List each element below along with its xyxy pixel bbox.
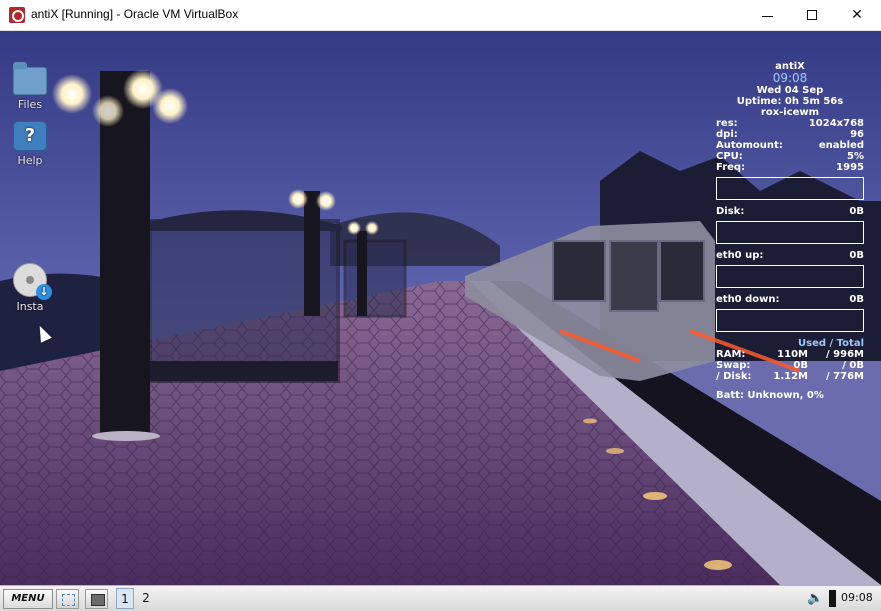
mem-label: RAM: (716, 349, 746, 360)
eth-up-row: eth0 up: 0B (716, 250, 864, 261)
workspace-2-button[interactable]: 2 (137, 588, 155, 609)
window-title: antiX [Running] - Oracle VM VirtualBox (31, 7, 239, 21)
stat-label: CPU: (716, 151, 743, 162)
conky-monitor: antiX 09:08 Wed 04 Sep Uptime: 0h 5m 56s… (716, 61, 864, 401)
mem-used: 110M (777, 349, 808, 360)
eth-down-value: 0B (849, 294, 864, 305)
disk-label: Disk: (716, 206, 745, 217)
desktop[interactable]: Files ? Help ↓ Insta antiX 09:08 Wed 04 … (0, 31, 881, 585)
stat-value: 5% (847, 151, 864, 162)
folder-icon (13, 62, 47, 95)
conky-stat-row: Automount: enabled (716, 140, 864, 151)
close-button[interactable]: ✕ (834, 0, 880, 30)
workspace-1-button[interactable]: 1 (116, 588, 134, 609)
stat-label: Automount: (716, 140, 783, 151)
memory-row: RAM: 110M / 996M (716, 349, 864, 360)
stat-value: 1024x768 (808, 118, 864, 129)
conky-stat-row: Freq: 1995 (716, 162, 864, 173)
battery-icon[interactable] (829, 590, 836, 607)
stat-value: enabled (818, 140, 864, 151)
conky-date: Wed 04 Sep (756, 85, 824, 96)
disk-graph (716, 221, 864, 244)
desktop-icon-help[interactable]: ? Help (8, 121, 52, 167)
download-arrow-icon: ↓ (36, 284, 52, 300)
desktop-icon-label: Help (17, 154, 43, 167)
mem-total: / 0B (842, 360, 864, 371)
minimize-icon (761, 15, 773, 17)
volume-icon[interactable]: 🔈 (807, 591, 823, 606)
stat-label: Freq: (716, 162, 746, 173)
desktop-icon-installer[interactable]: ↓ Insta (8, 263, 52, 313)
stat-label: dpi: (716, 129, 738, 140)
maximize-icon (807, 10, 817, 20)
memory-row: Swap: 0B / 0B (716, 360, 864, 371)
desktop-icon-label: Files (17, 98, 43, 111)
close-icon: ✕ (851, 7, 863, 23)
taskbar-clock[interactable]: 09:08 (841, 591, 873, 604)
mem-used: 1.12M (773, 371, 808, 382)
eth-up-value: 0B (849, 250, 864, 261)
window-titlebar: antiX [Running] - Oracle VM VirtualBox ✕ (0, 0, 881, 31)
memory-header: Used / Total (798, 338, 864, 349)
cpu-graph (716, 177, 864, 200)
conky-clock: 09:08 (772, 71, 808, 85)
stat-value: 1995 (836, 162, 864, 173)
eth-up-graph (716, 265, 864, 288)
eth-up-label: eth0 up: (716, 250, 764, 261)
conky-wm: rox-icewm (760, 107, 820, 118)
disk-row: Disk: 0B (716, 206, 864, 217)
eth-down-graph (716, 309, 864, 332)
mem-label: Swap: (716, 360, 751, 371)
taskbar: MENU 1 2 🔈 09:08 (0, 585, 881, 611)
eth-down-row: eth0 down: 0B (716, 294, 864, 305)
mem-label: / Disk: (716, 371, 752, 382)
conky-stat-row: dpi: 96 (716, 129, 864, 140)
conky-stat-row: CPU: 5% (716, 151, 864, 162)
mem-total: / 996M (826, 349, 864, 360)
disk-value: 0B (849, 206, 864, 217)
stat-label: res: (716, 118, 738, 129)
desktop-icon-label: Insta (16, 300, 44, 313)
conky-stat-row: res: 1024x768 (716, 118, 864, 129)
fullscreen-toggle-icon[interactable] (56, 589, 79, 609)
maximize-button[interactable] (789, 0, 835, 30)
mem-used: 0B (793, 360, 808, 371)
minimize-button[interactable] (744, 0, 790, 30)
battery-status: Batt: Unknown, 0% (716, 390, 824, 401)
menu-button[interactable]: MENU (3, 589, 53, 609)
stat-value: 96 (850, 129, 864, 140)
mem-total: / 776M (826, 371, 864, 382)
desktop-icon-files[interactable]: Files (8, 62, 52, 111)
eth-down-label: eth0 down: (716, 294, 780, 305)
conky-uptime: Uptime: 0h 5m 56s (736, 96, 844, 107)
show-desktop-icon[interactable] (85, 589, 108, 609)
help-icon: ? (13, 121, 47, 151)
memory-row: / Disk: 1.12M / 776M (716, 371, 864, 382)
install-icon: ↓ (13, 263, 52, 300)
virtualbox-icon (9, 7, 25, 23)
